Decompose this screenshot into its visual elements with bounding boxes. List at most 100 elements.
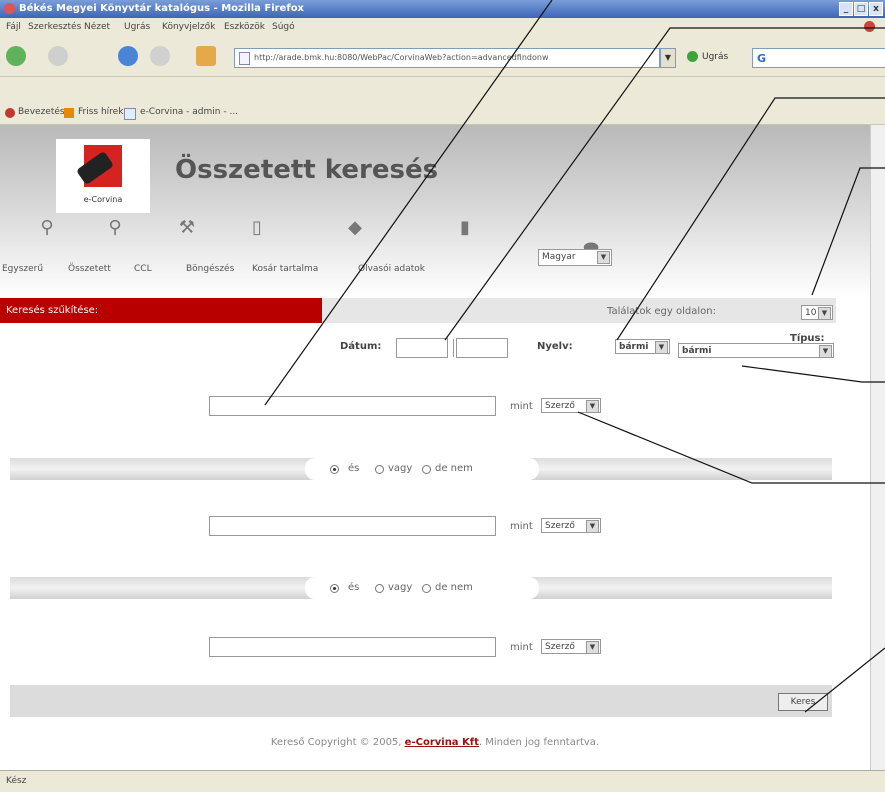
window-titlebar: Békés Megyei Könyvtár katalógus - Mozill… — [0, 0, 885, 18]
e-corvina-logo[interactable]: e-Corvina — [56, 139, 150, 213]
vertical-scrollbar[interactable] — [870, 125, 885, 770]
chevron-down-icon: ▼ — [819, 345, 832, 358]
footer: Kereső Copyright © 2005, e-Corvina Kft. … — [0, 737, 870, 748]
nav-basket[interactable]: Kosár tartalma — [252, 264, 318, 274]
nav-advanced[interactable]: Összetett — [68, 264, 111, 274]
menu-go[interactable]: Ugrás — [124, 22, 150, 32]
action-bar — [10, 685, 832, 717]
bookmark-intro[interactable]: Bevezetés — [18, 107, 65, 117]
operator-not-label-2: de nem — [435, 582, 473, 593]
date-from-input[interactable] — [396, 338, 448, 358]
nav-ccl[interactable]: CCL — [134, 264, 152, 274]
google-icon: G — [757, 52, 767, 65]
operator-or-radio-2[interactable] — [375, 584, 384, 593]
page-title: Összetett keresés — [175, 155, 439, 185]
operator-and-label-2: és — [348, 582, 360, 593]
menu-bar: Fájl Szerkesztés Nézet Ugrás Könyvjelzők… — [0, 18, 885, 36]
menu-view[interactable]: Nézet — [84, 22, 110, 32]
forward-icon[interactable] — [48, 46, 68, 66]
bookmarks-bar: Bevezetés Friss hírek e-Corvina - admin … — [0, 102, 885, 125]
chevron-down-icon: ▼ — [586, 400, 599, 413]
options-bar — [322, 298, 836, 323]
maximize-button[interactable]: □ — [854, 2, 868, 16]
query-input-2[interactable] — [209, 516, 496, 536]
menu-help[interactable]: Súgó — [272, 22, 295, 32]
field-value-1: Szerző — [545, 401, 575, 411]
language-value: Magyar — [542, 252, 576, 262]
chevron-down-icon: ▼ — [586, 641, 599, 654]
language-filter-select[interactable]: bármi ▼ — [615, 339, 670, 354]
per-page-label: Találatok egy oldalon: — [607, 306, 716, 317]
firefox-icon — [4, 3, 15, 14]
magnifier-icon[interactable]: ⚲ — [34, 217, 60, 239]
date-to-input[interactable] — [456, 338, 508, 358]
chevron-down-icon: ▼ — [655, 341, 668, 354]
field-value-2: Szerző — [545, 521, 575, 531]
minimize-button[interactable]: _ — [839, 2, 853, 16]
rss-icon — [64, 108, 74, 118]
as-label-1: mint — [510, 401, 533, 412]
search-box[interactable]: G — [752, 48, 885, 68]
close-button[interactable]: x — [869, 2, 883, 16]
bookmark-admin[interactable]: e-Corvina - admin - ... — [140, 107, 238, 117]
address-dropdown[interactable]: ▼ — [660, 48, 676, 68]
go-icon[interactable] — [687, 51, 698, 62]
basket-icon[interactable]: ◆ — [342, 217, 368, 239]
go-label[interactable]: Ugrás — [702, 52, 728, 62]
type-filter-select[interactable]: bármi ▼ — [678, 343, 834, 358]
nav-reader-data[interactable]: Olvasói adatok — [358, 264, 425, 274]
narrow-search-bar: Keresés szűkítése: — [0, 298, 322, 323]
query-input-3[interactable] — [209, 637, 496, 657]
bookmark-news[interactable]: Friss hírek — [78, 107, 123, 117]
stop-button-icon[interactable] — [150, 46, 170, 66]
home-icon[interactable] — [196, 46, 216, 66]
browse-icon[interactable]: ▯ — [244, 217, 270, 239]
language-label: Nyelv: — [537, 341, 573, 352]
operator-not-radio-1[interactable] — [422, 465, 431, 474]
search-button[interactable]: Keres — [778, 693, 828, 711]
per-page-select[interactable]: 10 ▼ — [801, 305, 833, 320]
operator-or-label-2: vagy — [388, 582, 413, 593]
menu-tools[interactable]: Eszközök — [224, 22, 265, 32]
footer-copyright: Kereső Copyright © 2005, — [270, 737, 402, 748]
field-select-2[interactable]: Szerző ▼ — [541, 518, 601, 533]
as-label-2: mint — [510, 521, 533, 532]
address-bar[interactable]: http://arade.bmk.hu:8080/WebPac/CorvinaW… — [234, 48, 660, 68]
operator-not-label-1: de nem — [435, 463, 473, 474]
address-text: http://arade.bmk.hu:8080/WebPac/CorvinaW… — [254, 53, 549, 62]
operator-or-label-1: vagy — [388, 463, 413, 474]
back-icon[interactable] — [6, 46, 26, 66]
operator-and-radio-1[interactable] — [330, 465, 339, 474]
reader-icon[interactable]: ▮ — [452, 217, 478, 239]
status-text: Kész — [6, 776, 27, 786]
operator-and-label-1: és — [348, 463, 360, 474]
window-title: Békés Megyei Könyvtár katalógus - Mozill… — [19, 3, 305, 14]
status-bar: Kész — [0, 770, 885, 792]
page-icon — [124, 108, 136, 120]
operator-or-radio-1[interactable] — [375, 465, 384, 474]
menu-bookmarks[interactable]: Könyvjelzők — [162, 22, 215, 32]
nav-browse[interactable]: Böngészés — [186, 264, 234, 274]
nav-simple[interactable]: Egyszerű — [2, 264, 43, 274]
site-header: e-Corvina Összetett keresés ⚲ ⚲ ⚒ ▯ ◆ ▮ … — [0, 125, 870, 297]
operator-not-radio-2[interactable] — [422, 584, 431, 593]
field-select-1[interactable]: Szerző ▼ — [541, 398, 601, 413]
field-select-3[interactable]: Szerző ▼ — [541, 639, 601, 654]
reload-icon[interactable] — [118, 46, 138, 66]
stop-icon[interactable] — [864, 21, 875, 32]
language-select[interactable]: Magyar ▼ — [538, 249, 612, 266]
query-input-1[interactable] — [209, 396, 496, 416]
menu-edit[interactable]: Szerkesztés — [28, 22, 81, 32]
chevron-down-icon: ▼ — [597, 251, 610, 264]
menu-file[interactable]: Fájl — [6, 22, 21, 32]
logo-text: e-Corvina — [83, 195, 123, 204]
zoom-icon[interactable]: ⚲ — [102, 217, 128, 239]
toolbar-spacer — [0, 77, 885, 102]
operator-and-radio-2[interactable] — [330, 584, 339, 593]
narrow-search-label: Keresés szűkítése: — [6, 305, 99, 316]
footer-company-link[interactable]: e-Corvina Kft — [405, 737, 479, 748]
as-label-3: mint — [510, 642, 533, 653]
page-content: e-Corvina Összetett keresés ⚲ ⚲ ⚒ ▯ ◆ ▮ … — [0, 125, 870, 770]
chevron-down-icon: ▼ — [586, 520, 599, 533]
ccl-icon[interactable]: ⚒ — [174, 217, 200, 239]
